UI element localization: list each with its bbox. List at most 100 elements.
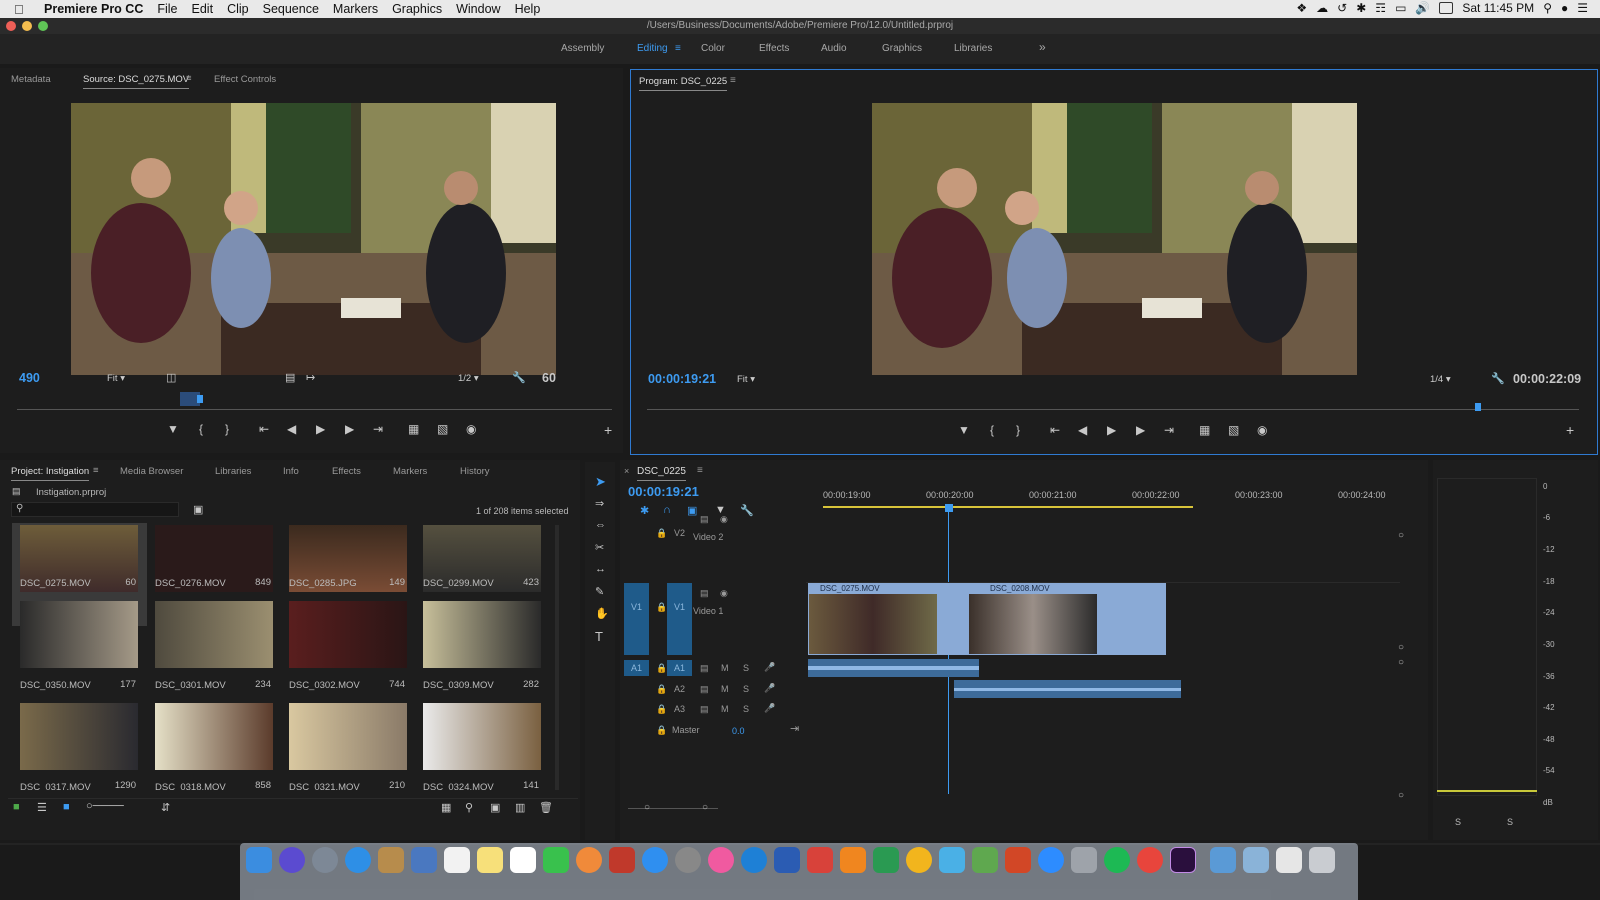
zoom-window-button[interactable] [38, 21, 48, 31]
thumbnail[interactable] [423, 601, 541, 668]
menu-help[interactable]: Help [515, 2, 541, 16]
v-scroll-handle-mid[interactable]: ○ [1398, 642, 1404, 653]
a2-voiceover-icon[interactable]: 🎤 [764, 683, 775, 694]
snap-icon[interactable]: ∩ [663, 504, 671, 516]
a1-mute-button[interactable]: M [721, 663, 729, 673]
lift-icon[interactable]: ▦ [1199, 423, 1210, 437]
track-select-tool-icon[interactable]: ⇒ [595, 497, 604, 510]
project-menu-icon[interactable]: ≡ [93, 465, 99, 476]
system-preferences-icon[interactable] [675, 847, 701, 873]
tab-source[interactable]: Source: DSC_0275.MOV [83, 74, 190, 89]
source-scrub-bar[interactable] [17, 409, 612, 410]
a2-solo-button[interactable]: S [743, 684, 749, 694]
drag-video-icon[interactable]: ↦ [306, 371, 315, 384]
find-icon[interactable]: ⚲ [465, 801, 473, 814]
program-go-to-out-icon[interactable]: ⇥ [1164, 423, 1174, 437]
menu-sequence[interactable]: Sequence [263, 2, 319, 16]
excel-icon[interactable] [873, 847, 899, 873]
tab-effect-controls[interactable]: Effect Controls [214, 74, 276, 85]
siri-icon[interactable]: ● [1561, 1, 1568, 15]
overwrite-icon[interactable]: ▧ [437, 422, 448, 436]
audio-clip[interactable] [954, 680, 1181, 698]
creative-cloud-icon[interactable]: ☁ [1316, 1, 1328, 15]
preview-icon[interactable] [411, 847, 437, 873]
source-wrench-icon[interactable]: 🔧 [512, 371, 526, 384]
v1-sync-icon[interactable]: ▤ [700, 588, 709, 599]
trash-icon[interactable]: 🗑 [539, 801, 553, 814]
panel-menu-icon[interactable]: ≡ [186, 73, 192, 84]
step-forward-icon[interactable]: ▶ [345, 422, 354, 436]
itunes-icon[interactable] [708, 847, 734, 873]
zoom-icon[interactable] [1038, 847, 1064, 873]
ibooks-icon[interactable] [840, 847, 866, 873]
go-to-in-icon[interactable]: ⇤ [259, 422, 269, 436]
hand-tool-icon[interactable]: ✋ [595, 607, 609, 620]
a2-mute-button[interactable]: M [721, 684, 729, 694]
bluetooth-icon[interactable]: ✱ [1356, 1, 1366, 15]
norton-icon[interactable] [906, 847, 932, 873]
timeline-settings-icon[interactable]: 🔧 [740, 504, 754, 517]
thumbnail[interactable] [423, 703, 541, 770]
input-source-icon[interactable] [1439, 2, 1454, 14]
chrome-icon[interactable] [1137, 847, 1163, 873]
timeline-timecode[interactable]: 00:00:19:21 [628, 484, 699, 499]
program-timecode[interactable]: 00:00:19:21 [648, 372, 716, 386]
source-resolution-dropdown[interactable]: 1/2 ▾ [458, 373, 479, 384]
teamviewer-icon[interactable] [741, 847, 767, 873]
v1-eye-icon[interactable]: ◉ [720, 588, 728, 599]
wifi-icon[interactable]: ☶ [1375, 1, 1386, 15]
menu-graphics[interactable]: Graphics [392, 2, 442, 16]
a2-label[interactable]: A2 [674, 684, 685, 694]
pen-tool-icon[interactable]: ✎ [595, 585, 604, 598]
workspace-audio[interactable]: Audio [821, 43, 847, 54]
tab-info[interactable]: Info [283, 466, 299, 477]
v2-label[interactable]: V2 [674, 528, 685, 538]
go-to-out-icon[interactable]: ⇥ [373, 422, 383, 436]
program-scrub-bar[interactable] [647, 409, 1579, 410]
selection-tool-icon[interactable]: ➤ [595, 474, 606, 490]
playhead-handle[interactable] [945, 504, 953, 512]
tab-history[interactable]: History [460, 466, 490, 477]
workspace-libraries[interactable]: Libraries [954, 43, 992, 54]
a1-sync-icon[interactable]: ▤ [700, 663, 709, 674]
extract-icon[interactable]: ▧ [1228, 423, 1239, 437]
workspace-assembly[interactable]: Assembly [561, 43, 604, 54]
lock-icon[interactable]: ■ [13, 801, 20, 813]
globe-icon[interactable] [972, 847, 998, 873]
program-play-icon[interactable]: ▶ [1107, 423, 1116, 437]
program-mark-in-icon[interactable]: { [990, 423, 994, 437]
spotlight-icon[interactable]: ⚲ [1543, 1, 1552, 15]
program-playhead[interactable] [1475, 403, 1481, 411]
airplay-icon[interactable]: ▭ [1395, 1, 1406, 15]
program-fit-dropdown[interactable]: Fit ▾ [737, 374, 755, 385]
volume-icon[interactable]: 🔊 [1415, 1, 1430, 15]
zoom-slider-icon[interactable]: ○──── [86, 800, 124, 812]
program-go-to-in-icon[interactable]: ⇤ [1050, 423, 1060, 437]
list-view-icon[interactable]: ☰ [37, 801, 47, 814]
v1-source-patch[interactable] [624, 583, 649, 655]
v-scroll-handle-audio[interactable]: ○ [1398, 657, 1404, 668]
notes-icon[interactable] [477, 847, 503, 873]
go-to-end-icon[interactable]: ⇥ [790, 722, 799, 735]
sequence-tab[interactable]: DSC_0225 [637, 466, 686, 481]
launchpad-icon[interactable] [312, 847, 338, 873]
v-scroll-handle-bottom[interactable]: ○ [1398, 790, 1404, 801]
family-icon[interactable] [939, 847, 965, 873]
linked-selection-icon[interactable]: ▣ [687, 504, 697, 517]
siri-icon[interactable] [279, 847, 305, 873]
thumbnail[interactable] [155, 703, 273, 770]
a3-lock-icon[interactable]: 🔒 [656, 704, 667, 715]
tab-libraries[interactable]: Libraries [215, 466, 251, 477]
word-icon[interactable] [774, 847, 800, 873]
calculator-icon[interactable] [1071, 847, 1097, 873]
new-search-bin-icon[interactable]: ▣ [193, 503, 203, 516]
source-playhead[interactable] [197, 395, 203, 403]
tab-project[interactable]: Project: Instigation [11, 466, 90, 481]
acrobat-icon[interactable] [807, 847, 833, 873]
icon-view-icon[interactable]: ■ [63, 801, 70, 813]
video-clip[interactable]: DSC_0208.MOV [968, 583, 1166, 655]
nest-icon[interactable]: ✱ [640, 504, 649, 517]
clock[interactable]: Sat 11:45 PM [1462, 1, 1534, 15]
close-sequence-icon[interactable]: × [624, 466, 629, 476]
a2-sync-icon[interactable]: ▤ [700, 684, 709, 695]
